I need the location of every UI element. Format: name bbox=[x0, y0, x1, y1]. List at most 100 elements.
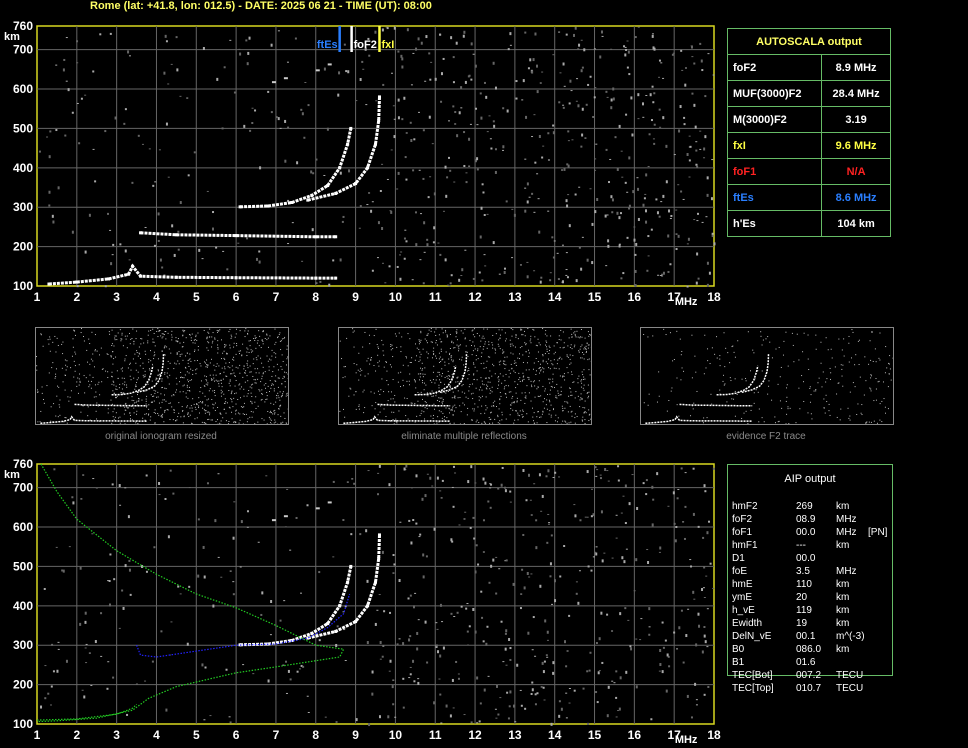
thumb-noise-dot bbox=[761, 370, 763, 372]
echo-point bbox=[334, 191, 338, 195]
thumb-noise-dot bbox=[519, 380, 521, 382]
thumb-noise-dot bbox=[270, 359, 272, 361]
noise-dot bbox=[158, 494, 161, 496]
noise-dot bbox=[332, 259, 335, 262]
noise-dot bbox=[444, 165, 447, 169]
thumb-noise-dot bbox=[339, 410, 341, 412]
thumb-noise-dot bbox=[546, 341, 548, 343]
noise-dot bbox=[428, 52, 431, 55]
thumb-noise-dot bbox=[358, 404, 360, 406]
noise-dot bbox=[55, 129, 58, 132]
noise-dot bbox=[702, 536, 705, 539]
thumb-noise-dot bbox=[367, 373, 369, 375]
noise-dot bbox=[615, 537, 618, 539]
thumb-noise-dot bbox=[52, 362, 54, 364]
thumb-noise-dot bbox=[74, 351, 76, 353]
noise-dot bbox=[565, 252, 568, 254]
aip-name: hmF2 bbox=[732, 501, 758, 512]
thumb-noise-dot bbox=[419, 356, 421, 358]
thumb-noise-dot bbox=[350, 388, 352, 390]
noise-dot bbox=[167, 535, 170, 539]
thumb-noise-dot bbox=[256, 342, 258, 344]
thumb-noise-dot bbox=[249, 371, 251, 373]
thumb-noise-dot bbox=[558, 368, 560, 370]
noise-dot bbox=[188, 487, 191, 489]
thumb-noise-dot bbox=[519, 358, 521, 360]
noise-dot bbox=[552, 661, 555, 665]
noise-dot bbox=[615, 514, 618, 516]
thumb-noise-dot bbox=[142, 374, 144, 376]
noise-dot bbox=[243, 124, 246, 128]
thumb-noise-dot bbox=[400, 371, 402, 373]
thumb-noise-dot bbox=[550, 416, 552, 418]
noise-dot bbox=[526, 275, 529, 279]
noise-dot bbox=[492, 61, 495, 65]
thumb-noise-dot bbox=[219, 373, 221, 375]
noise-dot bbox=[671, 53, 674, 56]
thumb-noise-dot bbox=[99, 394, 101, 396]
thumb-noise-dot bbox=[581, 379, 583, 381]
thumb-noise-dot bbox=[388, 391, 390, 393]
noise-dot bbox=[704, 640, 707, 644]
thumb-noise-dot bbox=[366, 360, 368, 362]
thumb-noise-dot bbox=[421, 410, 423, 412]
thumb-noise-dot bbox=[202, 407, 204, 409]
thumb-noise-dot bbox=[49, 336, 51, 338]
noise-dot bbox=[157, 212, 160, 216]
thumb-noise-dot bbox=[457, 346, 459, 348]
thumb-noise-dot bbox=[549, 378, 551, 380]
thumb-noise-dot bbox=[137, 355, 139, 357]
noise-dot bbox=[379, 640, 382, 644]
noise-dot bbox=[546, 639, 549, 641]
thumb-noise-dot bbox=[217, 331, 219, 333]
noise-dot bbox=[524, 187, 527, 189]
thumb-noise-dot bbox=[89, 374, 91, 376]
thumb-noise-dot bbox=[212, 340, 214, 342]
echo-point bbox=[354, 182, 358, 186]
thumb-noise-dot bbox=[112, 363, 114, 365]
thumb-noise-dot bbox=[519, 410, 521, 412]
x-unit-label: MHz bbox=[675, 734, 698, 746]
thumb-noise-dot bbox=[849, 415, 851, 417]
thumb-noise-dot bbox=[452, 405, 454, 407]
noise-dot bbox=[487, 500, 490, 503]
noise-dot bbox=[429, 176, 432, 178]
thumb-noise-dot bbox=[433, 365, 435, 367]
thumb-noise-dot bbox=[521, 414, 523, 416]
thumb-noise-dot bbox=[419, 359, 421, 361]
noise-dot bbox=[390, 72, 393, 74]
thumb-noise-dot bbox=[55, 368, 57, 370]
noise-dot bbox=[566, 276, 569, 279]
noise-dot bbox=[474, 482, 477, 484]
thumb-noise-dot bbox=[180, 371, 182, 373]
thumb-noise-dot bbox=[360, 374, 362, 376]
thumb-noise-dot bbox=[225, 375, 227, 377]
noise-dot bbox=[684, 472, 687, 474]
thumb-noise-dot bbox=[566, 355, 568, 357]
thumb-noise-dot bbox=[753, 402, 755, 404]
noise-dot bbox=[220, 576, 223, 578]
thumb-noise-dot bbox=[140, 338, 142, 340]
thumb-noise-dot bbox=[669, 332, 671, 334]
thumb-noise-dot bbox=[153, 341, 155, 343]
thumb-noise-dot bbox=[268, 391, 270, 393]
noise-dot bbox=[427, 196, 430, 199]
echo-point bbox=[349, 126, 353, 130]
noise-dot bbox=[387, 715, 390, 719]
thumb-noise-dot bbox=[871, 331, 873, 333]
noise-dot bbox=[423, 221, 426, 225]
thumb-noise-dot bbox=[809, 387, 811, 389]
noise-dot bbox=[514, 721, 517, 723]
thumb-noise-dot bbox=[143, 342, 145, 344]
noise-dot bbox=[594, 87, 597, 89]
noise-dot bbox=[596, 701, 599, 704]
thumb-noise-dot bbox=[549, 389, 551, 391]
noise-dot bbox=[526, 261, 529, 263]
thumb-noise-dot bbox=[562, 420, 564, 422]
thumb-noise-dot bbox=[250, 392, 252, 394]
thumb-noise-dot bbox=[467, 356, 469, 358]
noise-dot bbox=[286, 61, 289, 63]
thumb-noise-dot bbox=[471, 345, 473, 347]
thumb-noise-dot bbox=[157, 370, 159, 372]
x-tick-label: 4 bbox=[153, 728, 160, 742]
